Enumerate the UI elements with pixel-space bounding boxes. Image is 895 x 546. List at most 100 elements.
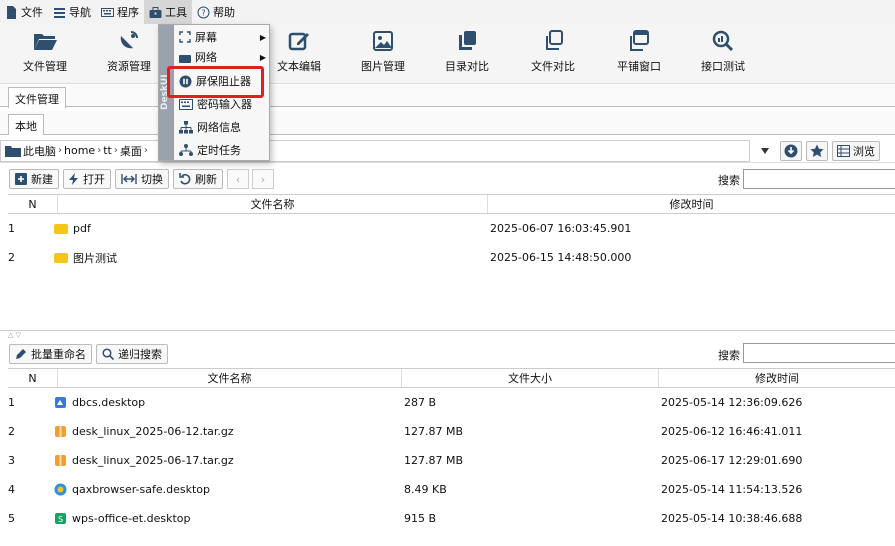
bottom-search-input[interactable] — [743, 343, 895, 363]
modified-time: 2025-06-07 16:03:45.901 — [490, 222, 632, 235]
toolbar-text-editor-label: 文本编辑 — [277, 60, 321, 73]
window-tile-icon — [630, 30, 649, 51]
column-header-name[interactable]: 文件名称 — [58, 195, 488, 213]
column-header-modified[interactable]: 修改时间 — [659, 369, 895, 387]
menu-item-network[interactable]: 网络 ▶ — [175, 48, 270, 66]
refresh-button[interactable]: 刷新 — [173, 169, 223, 189]
file-name-cell: pdf — [54, 214, 490, 243]
new-button[interactable]: 新建 — [9, 169, 59, 189]
menu-program[interactable]: 程序 — [96, 0, 144, 24]
screen-corners-icon — [179, 31, 191, 43]
top-search-input[interactable] — [743, 169, 895, 189]
menu-help[interactable]: ? 帮助 — [192, 0, 240, 24]
toolbar-api-test[interactable]: 接口测试 — [688, 30, 758, 74]
top-search-label: 搜索 — [718, 174, 740, 187]
keyboard-icon — [179, 98, 193, 110]
table-row[interactable]: 3 desk_linux_2025-06-17.tar.gz 127.87 MB… — [8, 446, 895, 475]
menu-navigate[interactable]: 导航 — [48, 0, 96, 24]
file-name: dbcs.desktop — [72, 396, 146, 409]
menu-file[interactable]: 文件 — [0, 0, 48, 24]
search-icon — [102, 348, 114, 360]
clone-icon — [546, 30, 563, 50]
toolbar-text-editor[interactable]: 文本编辑 — [264, 30, 334, 74]
toolbar-dir-compare[interactable]: 目录对比 — [432, 30, 502, 74]
image-icon — [373, 31, 393, 51]
modified-time: 2025-05-14 11:54:13.526 — [661, 483, 803, 496]
download-button[interactable] — [780, 140, 802, 161]
recursive-search-button[interactable]: 递归搜索 — [96, 344, 168, 364]
list-view-icon — [837, 144, 850, 157]
column-header-n[interactable]: N — [8, 195, 58, 213]
undo-refresh-icon — [179, 173, 191, 185]
column-header-modified[interactable]: 修改时间 — [488, 195, 895, 213]
back-button[interactable]: ‹ — [227, 169, 249, 189]
file-size: 127.87 MB — [404, 454, 464, 467]
batch-rename-label: 批量重命名 — [31, 348, 86, 361]
table-row[interactable]: 5 S wps-office-et.desktop 915 B 2025-05-… — [8, 504, 895, 533]
recursive-search-label: 递归搜索 — [118, 348, 162, 361]
crumb-this-pc[interactable]: 此电脑 — [23, 143, 56, 159]
crumb-tt[interactable]: tt — [103, 144, 112, 157]
archive-icon — [55, 455, 66, 466]
browse-button[interactable]: 浏览 — [832, 140, 880, 161]
table-row[interactable]: 1 pdf 2025-06-07 16:03:45.901 — [8, 214, 895, 243]
chevron-right-icon: › — [58, 145, 62, 156]
row-number: 1 — [8, 396, 15, 409]
star-icon — [810, 144, 824, 157]
toolbar-resource-manager-label: 资源管理 — [107, 60, 151, 73]
menu-item-network-info-label: 网络信息 — [197, 121, 241, 134]
file-name: desk_linux_2025-06-17.tar.gz — [72, 454, 234, 467]
menu-item-scheduled-task[interactable]: 定时任务 — [175, 139, 270, 161]
schedule-tree-icon — [179, 143, 193, 156]
column-header-size[interactable]: 文件大小 — [402, 369, 659, 387]
copy-icon — [459, 31, 476, 50]
batch-rename-button[interactable]: 批量重命名 — [9, 344, 92, 364]
switch-button[interactable]: 切换 — [115, 169, 169, 189]
browser-icon — [54, 483, 67, 496]
forward-button[interactable]: › — [252, 169, 274, 189]
crumb-home[interactable]: home — [64, 144, 95, 157]
toolbox-icon — [149, 6, 162, 18]
row-number: 5 — [8, 512, 15, 525]
table-row[interactable]: 4 qaxbrowser-safe.desktop 8.49 KB 2025-0… — [8, 475, 895, 504]
file-name-cell: S wps-office-et.desktop — [54, 504, 404, 533]
table-row[interactable]: 2 desk_linux_2025-06-12.tar.gz 127.87 MB… — [8, 417, 895, 446]
toolbar-file-manager[interactable]: 文件管理 — [10, 30, 80, 74]
toolbar-api-test-label: 接口测试 — [701, 60, 745, 73]
toolbar-resource-manager[interactable]: 资源管理 — [94, 30, 164, 74]
open-button-label: 打开 — [83, 173, 105, 186]
file-size: 287 B — [404, 396, 437, 409]
menu-item-password-input-label: 密码输入器 — [197, 98, 252, 111]
folder-icon — [54, 223, 68, 234]
pane-splitter[interactable]: △ ▽ — [0, 330, 895, 340]
row-number: 2 — [8, 425, 15, 438]
tab-file-manager[interactable]: 文件管理 — [8, 87, 66, 108]
menu-tools[interactable]: 工具 — [144, 0, 192, 24]
archive-icon — [55, 426, 66, 437]
open-button[interactable]: 打开 — [63, 169, 111, 189]
chevron-right-icon: › — [260, 172, 266, 186]
toolbar-image-manager[interactable]: 图片管理 — [348, 30, 418, 74]
new-button-label: 新建 — [31, 173, 53, 186]
top-file-table: N 文件名称 修改时间 1 pdf 2025-06-07 16:03:45.90… — [8, 194, 895, 330]
menu-tools-label: 工具 — [165, 6, 187, 19]
path-history-dropdown[interactable] — [754, 141, 776, 161]
toolbar-tile-windows[interactable]: 平铺窗口 — [604, 30, 674, 74]
column-header-n[interactable]: N — [8, 369, 58, 387]
crumb-desktop[interactable]: 桌面 — [120, 143, 142, 159]
menu-item-network-info[interactable]: 网络信息 — [175, 116, 270, 138]
menu-file-label: 文件 — [21, 6, 43, 19]
caret-down-icon — [761, 147, 769, 154]
table-row[interactable]: 1 dbcs.desktop 287 B 2025-05-14 12:36:09… — [8, 388, 895, 417]
download-circle-icon — [784, 144, 798, 157]
tab-local[interactable]: 本地 — [8, 114, 44, 135]
favorite-button[interactable] — [806, 140, 828, 161]
row-number: 4 — [8, 483, 15, 496]
table-row[interactable]: 2 图片测试 2025-06-15 14:48:50.000 — [8, 243, 895, 272]
menu-item-screen[interactable]: 屏幕 ▶ — [175, 26, 270, 48]
bolt-icon — [69, 173, 78, 185]
toolbar-file-compare[interactable]: 文件对比 — [518, 30, 588, 74]
column-header-name[interactable]: 文件名称 — [58, 369, 402, 387]
breadcrumb[interactable]: 此电脑 › home › tt › 桌面 › — [0, 139, 750, 162]
toolbar-image-manager-label: 图片管理 — [361, 60, 405, 73]
